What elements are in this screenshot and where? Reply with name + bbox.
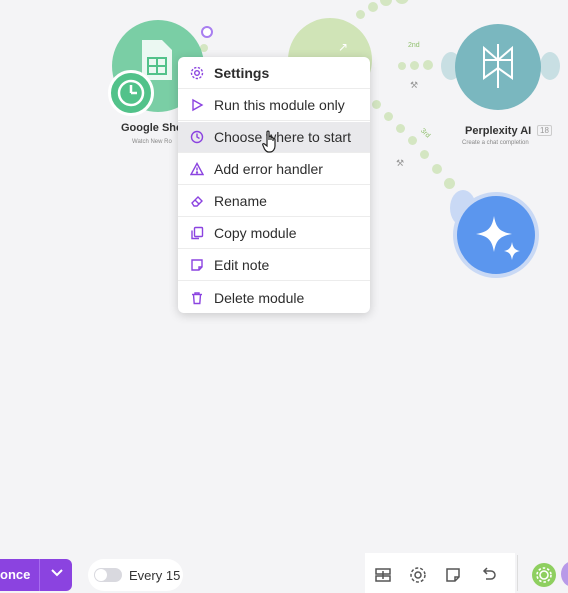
copy-icon bbox=[188, 226, 206, 240]
note-indicator[interactable] bbox=[201, 26, 213, 38]
menu-item-run-this-module-only[interactable]: Run this module only bbox=[178, 90, 370, 121]
route-dot bbox=[420, 150, 429, 159]
route-label: 2nd bbox=[408, 42, 420, 49]
sparkle-icon bbox=[474, 212, 524, 262]
menu-item-label: Add error handler bbox=[214, 161, 323, 177]
wrench-icon[interactable]: ⚒ bbox=[410, 80, 418, 91]
trash-icon bbox=[188, 291, 206, 305]
route-dot bbox=[432, 164, 442, 174]
divider bbox=[517, 555, 518, 591]
auto-align-icon[interactable] bbox=[373, 565, 393, 585]
route-dot bbox=[356, 10, 365, 19]
menu-item-label: Rename bbox=[214, 193, 267, 209]
route-dot bbox=[380, 0, 392, 6]
menu-item-edit-note[interactable]: Edit note bbox=[178, 250, 370, 281]
clock-icon bbox=[188, 130, 206, 144]
perplexity-icon bbox=[478, 42, 518, 90]
clock-trigger-badge[interactable] bbox=[108, 70, 154, 116]
tools-button[interactable] bbox=[561, 561, 568, 587]
gear-icon bbox=[188, 66, 206, 80]
route-dot bbox=[396, 124, 405, 133]
menu-item-label: Copy module bbox=[214, 225, 297, 241]
menu-item-label: Choose where to start bbox=[214, 129, 351, 145]
warning-icon bbox=[188, 162, 206, 176]
route-dot bbox=[395, 0, 409, 4]
route-label: 3rd bbox=[419, 127, 432, 140]
module-subtitle: Watch New Ro bbox=[132, 139, 172, 145]
menu-item-label: Delete module bbox=[214, 289, 305, 306]
arrow-icon: ↗ bbox=[338, 40, 349, 54]
module-title: Google She bbox=[121, 122, 183, 134]
module-badge: 18 bbox=[537, 125, 552, 136]
menu-item-delete-module[interactable]: Delete module bbox=[178, 282, 370, 313]
connector-right bbox=[540, 52, 560, 80]
route-dot bbox=[372, 100, 381, 109]
route-dot bbox=[408, 136, 417, 145]
menu-item-label: Run this module only bbox=[214, 97, 345, 113]
menu-item-label: Edit note bbox=[214, 257, 270, 273]
wrench-icon[interactable]: ⚒ bbox=[396, 158, 404, 169]
route-dot bbox=[444, 178, 455, 189]
note-icon bbox=[188, 258, 206, 272]
module-context-menu: Settings Run this module only Choose whe… bbox=[178, 57, 370, 313]
menu-item-settings[interactable]: Settings bbox=[178, 58, 370, 89]
menu-item-copy-module[interactable]: Copy module bbox=[178, 218, 370, 249]
chevron-down-icon[interactable] bbox=[50, 566, 64, 583]
gear-icon[interactable] bbox=[408, 565, 428, 585]
route-dot bbox=[368, 2, 378, 12]
run-once-label: once bbox=[0, 567, 31, 582]
route-dot bbox=[398, 62, 406, 70]
note-icon[interactable] bbox=[443, 565, 463, 585]
divider bbox=[39, 559, 40, 591]
module-title: Perplexity AI bbox=[465, 125, 532, 137]
play-icon bbox=[188, 98, 206, 112]
undo-icon[interactable] bbox=[479, 565, 499, 585]
schedule-label: Every 15 bbox=[129, 568, 181, 583]
menu-item-label: Settings bbox=[214, 65, 270, 81]
schedule-control[interactable]: Every 15 bbox=[88, 559, 183, 591]
eraser-icon bbox=[188, 194, 206, 208]
flow-control-button[interactable] bbox=[532, 563, 556, 587]
schedule-toggle[interactable] bbox=[94, 568, 122, 582]
module-subtitle: Create a chat completion bbox=[462, 140, 529, 146]
route-dot bbox=[423, 60, 433, 70]
route-dot bbox=[384, 112, 393, 121]
run-once-button[interactable]: once bbox=[0, 559, 72, 591]
menu-item-add-error-handler[interactable]: Add error handler bbox=[178, 154, 370, 185]
menu-item-rename[interactable]: Rename bbox=[178, 186, 370, 217]
hand-cursor-icon bbox=[262, 130, 280, 154]
route-dot bbox=[410, 61, 419, 70]
